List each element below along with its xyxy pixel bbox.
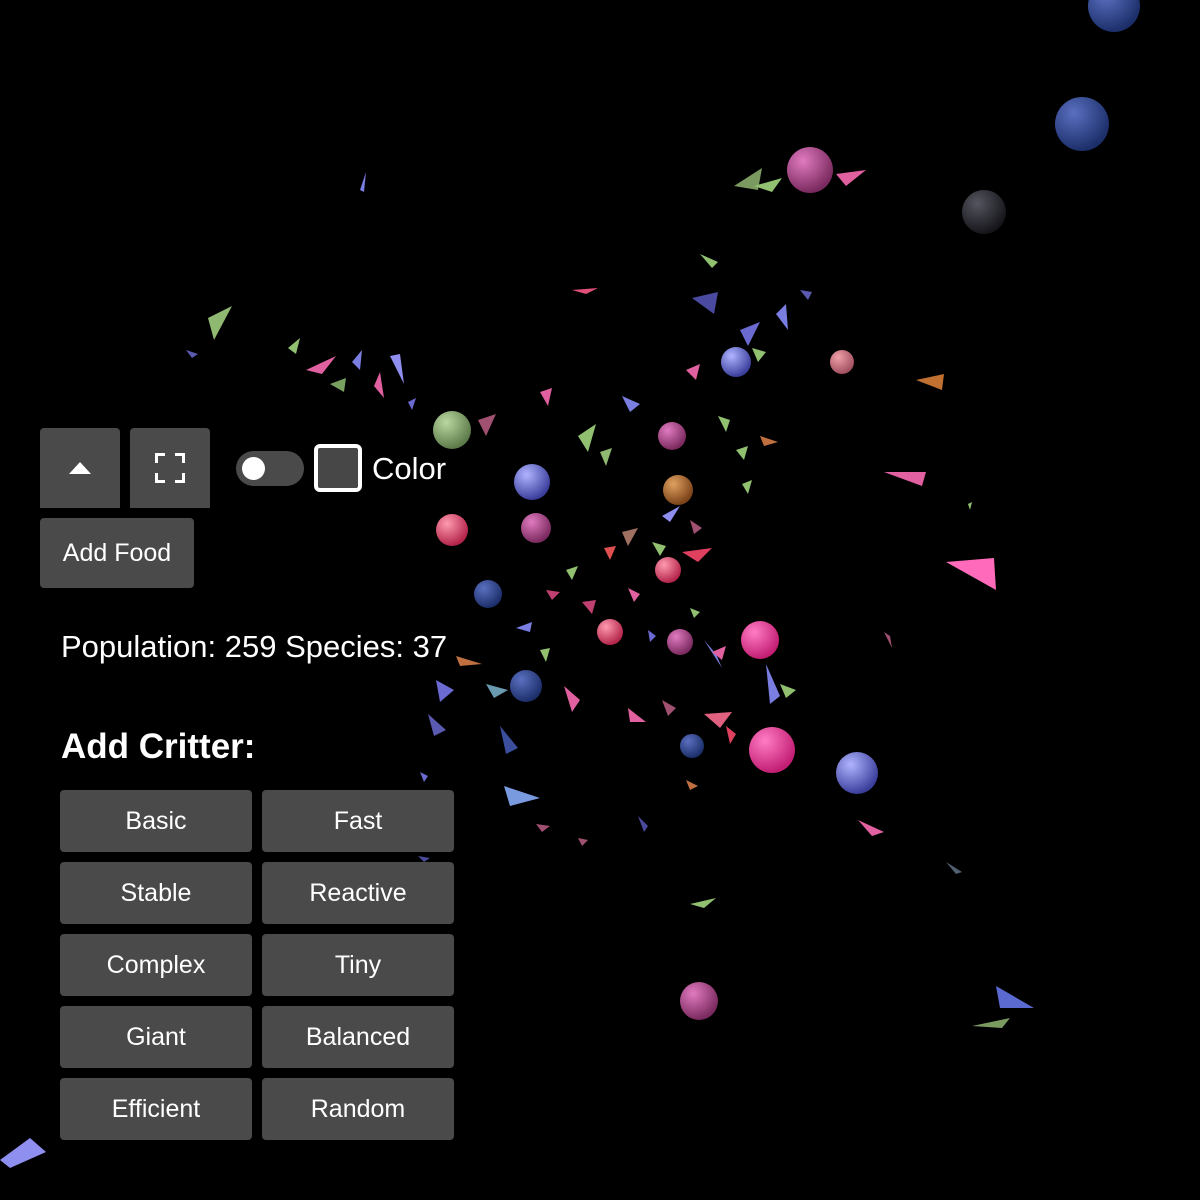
critter-button-reactive[interactable]: Reactive — [262, 862, 454, 924]
critters — [433, 0, 1140, 1020]
collapse-button[interactable] — [40, 428, 120, 508]
add-food-button[interactable]: Add Food — [40, 518, 194, 588]
critter-button-tiny[interactable]: Tiny — [262, 934, 454, 996]
critter-button-basic[interactable]: Basic — [60, 790, 252, 852]
critter-button-fast[interactable]: Fast — [262, 790, 454, 852]
critter-button-balanced[interactable]: Balanced — [262, 1006, 454, 1068]
toggle-knob — [242, 457, 265, 480]
color-label: Color — [372, 451, 447, 486]
caret-up-icon — [69, 462, 91, 474]
critter-button-stable[interactable]: Stable — [60, 862, 252, 924]
fullscreen-button[interactable] — [130, 428, 210, 508]
critter-button-complex[interactable]: Complex — [60, 934, 252, 996]
critter-button-random[interactable]: Random — [262, 1078, 454, 1140]
add-critter-heading: Add Critter: — [61, 727, 256, 766]
color-toggle[interactable] — [236, 451, 304, 486]
critter-button-giant[interactable]: Giant — [60, 1006, 252, 1068]
fullscreen-icon — [155, 453, 185, 483]
critter-button-grid: Basic Fast Stable Reactive Complex Tiny … — [60, 790, 454, 1140]
critter-button-efficient[interactable]: Efficient — [60, 1078, 252, 1140]
population-stats: Population: 259 Species: 37 — [61, 629, 448, 664]
color-picker[interactable] — [314, 444, 362, 492]
